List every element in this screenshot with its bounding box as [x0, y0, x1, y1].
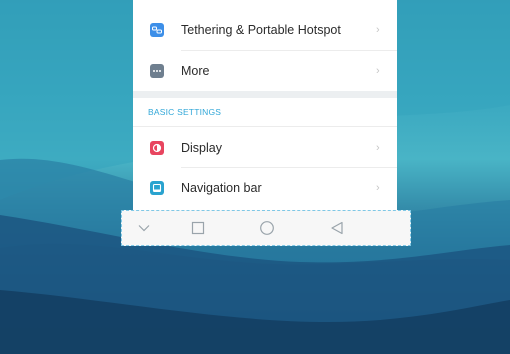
square-icon: [191, 221, 205, 235]
settings-item-tethering[interactable]: Tethering & Portable Hotspot ›: [133, 10, 397, 50]
circle-icon: [260, 221, 274, 235]
more-icon: [150, 64, 164, 78]
navigation-bar-icon: [150, 181, 164, 195]
divider: [133, 126, 397, 127]
chevron-down-icon: [138, 225, 150, 232]
collapse-button[interactable]: [132, 211, 156, 245]
settings-item-label: Navigation bar: [181, 181, 262, 195]
recent-apps-button[interactable]: [186, 211, 210, 245]
settings-item-label: Display: [181, 141, 222, 155]
settings-item-more[interactable]: More ›: [133, 51, 397, 91]
display-icon: [150, 141, 164, 155]
settings-panel: Tethering & Portable Hotspot › More › BA…: [133, 0, 397, 210]
back-button[interactable]: [325, 211, 349, 245]
navigation-bar-preview: [121, 210, 411, 246]
chevron-right-icon: ›: [376, 142, 380, 154]
tethering-icon: [150, 23, 164, 37]
chevron-right-icon: ›: [376, 65, 380, 77]
triangle-back-icon: [331, 221, 343, 235]
section-separator: [133, 91, 397, 98]
settings-item-label: Tethering & Portable Hotspot: [181, 23, 341, 37]
chevron-right-icon: ›: [376, 182, 380, 194]
home-button[interactable]: [254, 211, 280, 245]
settings-item-navigation-bar[interactable]: Navigation bar ›: [133, 168, 397, 208]
chevron-right-icon: ›: [376, 24, 380, 36]
settings-item-display[interactable]: Display ›: [133, 128, 397, 168]
settings-item-label: More: [181, 64, 210, 78]
section-title: BASIC SETTINGS: [148, 107, 222, 117]
